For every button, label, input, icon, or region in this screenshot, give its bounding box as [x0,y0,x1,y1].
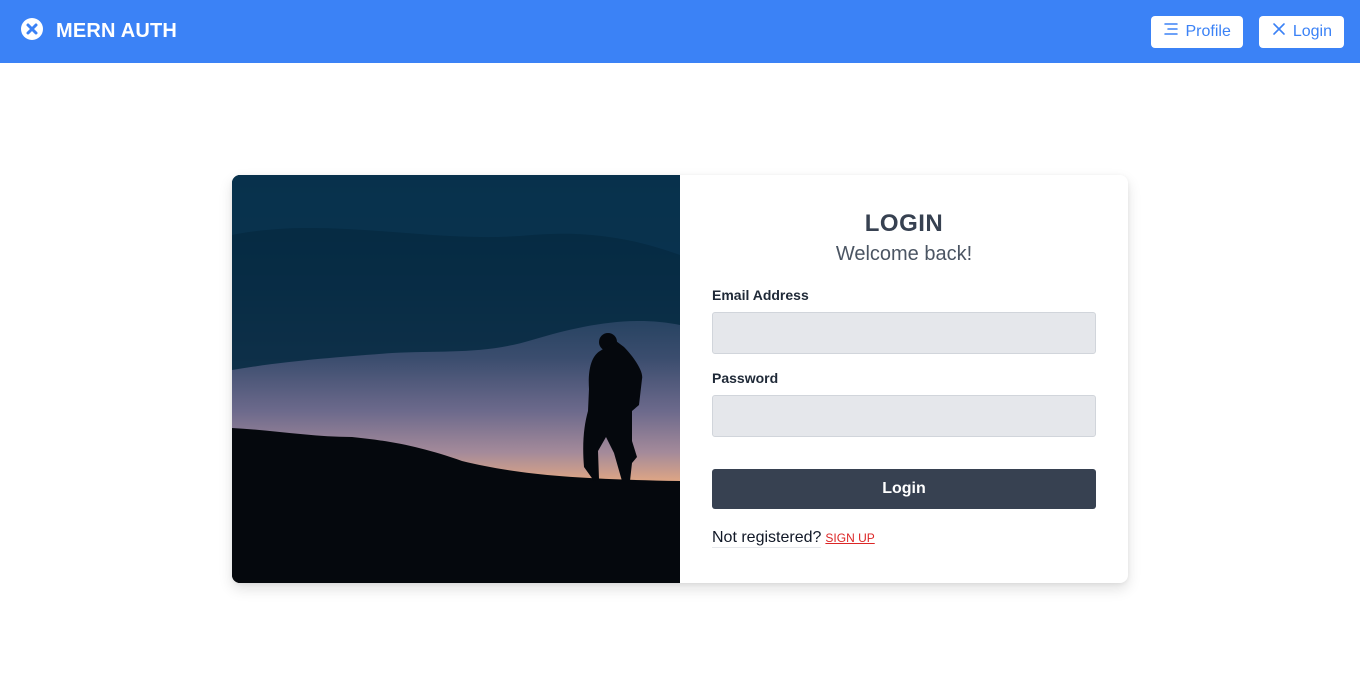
signup-row: Not registered? SIGN UP [712,529,1096,548]
nav-actions: Profile Login [1151,15,1344,48]
email-label: Email Address [712,287,809,303]
login-nav-button-label: Login [1292,22,1332,40]
login-card: LOGIN Welcome back! Email Address Passwo… [232,175,1128,583]
close-circle-icon [20,17,44,46]
login-form: LOGIN Welcome back! Email Address Passwo… [680,175,1128,583]
form-title: LOGIN [864,210,944,237]
login-nav-button[interactable]: Login [1258,15,1344,48]
profile-button[interactable]: Profile [1151,15,1243,48]
password-field[interactable] [712,395,1096,437]
email-field[interactable] [712,312,1096,354]
password-label: Password [712,370,779,386]
signup-link[interactable]: SIGN UP [825,531,874,545]
signup-prefix: Not registered? [712,529,822,548]
hero-image [232,175,680,583]
brand-name: MERN AUTH [56,20,178,42]
brand[interactable]: MERN AUTH [20,17,177,46]
login-submit-button[interactable]: Login [712,469,1096,509]
navbar: MERN AUTH Profile Login [0,0,1360,63]
close-icon [1271,21,1287,42]
menu-lines-icon [1163,21,1179,42]
form-subtitle: Welcome back! [835,243,973,265]
profile-button-label: Profile [1185,22,1231,40]
